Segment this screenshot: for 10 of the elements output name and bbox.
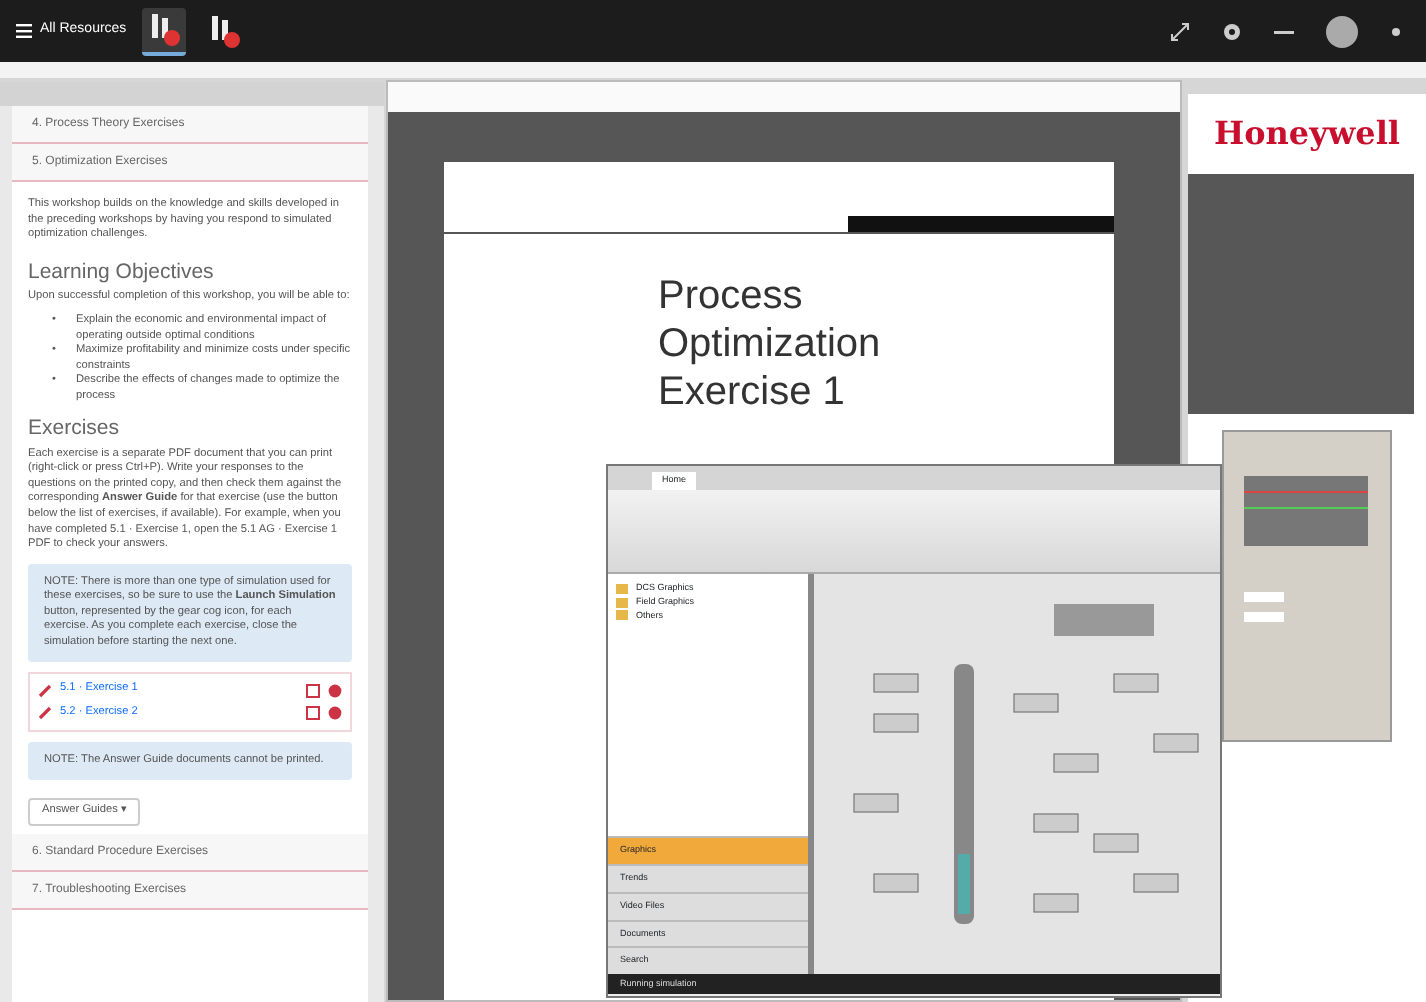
objectives-heading: Learning Objectives [28, 259, 216, 285]
menu-icon[interactable] [16, 24, 32, 38]
settings-icon[interactable] [1222, 21, 1242, 41]
exercises-heading: Exercises [28, 416, 122, 442]
avatar-icon[interactable] [1326, 15, 1358, 47]
brand-logo: Honeywell [1211, 112, 1402, 156]
pdf-page-title: Process Optimization Exercise 1 [658, 272, 883, 416]
dot-icon[interactable] [1390, 25, 1402, 37]
app-icon[interactable] [142, 7, 187, 55]
expand-icon[interactable] [1170, 21, 1190, 41]
